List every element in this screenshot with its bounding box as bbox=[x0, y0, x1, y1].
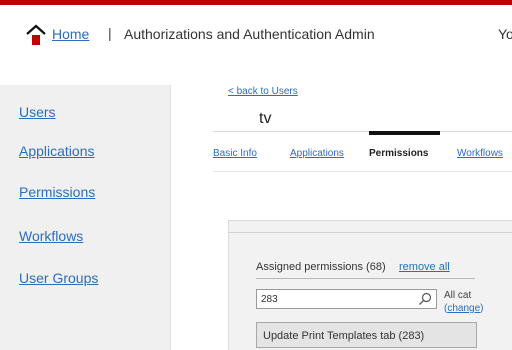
change-category-link[interactable]: change bbox=[447, 303, 480, 314]
assigned-permissions-label: Assigned permissions (68) bbox=[256, 261, 386, 273]
permission-search-input[interactable] bbox=[261, 293, 411, 306]
tabs-divider bbox=[213, 131, 512, 132]
sidebar-item-user-groups[interactable]: User Groups bbox=[19, 270, 98, 286]
sidebar-item-applications[interactable]: Applications bbox=[19, 143, 95, 159]
assigned-divider bbox=[256, 278, 475, 279]
tab-basic-info[interactable]: Basic Info bbox=[213, 148, 257, 159]
tab-workflows[interactable]: Workflows bbox=[457, 148, 503, 159]
category-change-wrapper: (change) bbox=[444, 303, 484, 314]
permission-result-item[interactable]: Update Print Templates tab (283) bbox=[256, 322, 477, 348]
remove-all-link[interactable]: remove all bbox=[399, 261, 450, 273]
home-link[interactable]: Home bbox=[52, 26, 89, 42]
back-to-users-link[interactable]: < back to Users bbox=[228, 86, 298, 97]
panel-header-divider bbox=[228, 232, 512, 233]
sidebar-item-users[interactable]: Users bbox=[19, 104, 56, 120]
tabs-bottom-divider bbox=[213, 171, 512, 172]
user-menu[interactable]: Yo bbox=[498, 26, 512, 42]
tab-applications[interactable]: Applications bbox=[290, 148, 344, 159]
sidebar: Users Applications Permissions Workflows… bbox=[0, 85, 171, 350]
category-filter-label: All cat bbox=[444, 290, 472, 301]
sidebar-item-permissions[interactable]: Permissions bbox=[19, 184, 95, 200]
page-title: tv bbox=[259, 110, 272, 127]
header-separator: | bbox=[108, 25, 112, 41]
tab-permissions[interactable]: Permissions bbox=[369, 148, 428, 159]
app-title: Authorizations and Authentication Admin bbox=[124, 26, 375, 42]
top-header: Home | Authorizations and Authentication… bbox=[0, 0, 512, 60]
search-icon[interactable] bbox=[418, 292, 432, 306]
home-icon[interactable] bbox=[26, 24, 46, 46]
permission-search-box bbox=[256, 289, 437, 309]
active-tab-indicator bbox=[369, 131, 440, 135]
sidebar-item-workflows[interactable]: Workflows bbox=[19, 228, 83, 244]
change-close-paren: ) bbox=[480, 303, 484, 314]
